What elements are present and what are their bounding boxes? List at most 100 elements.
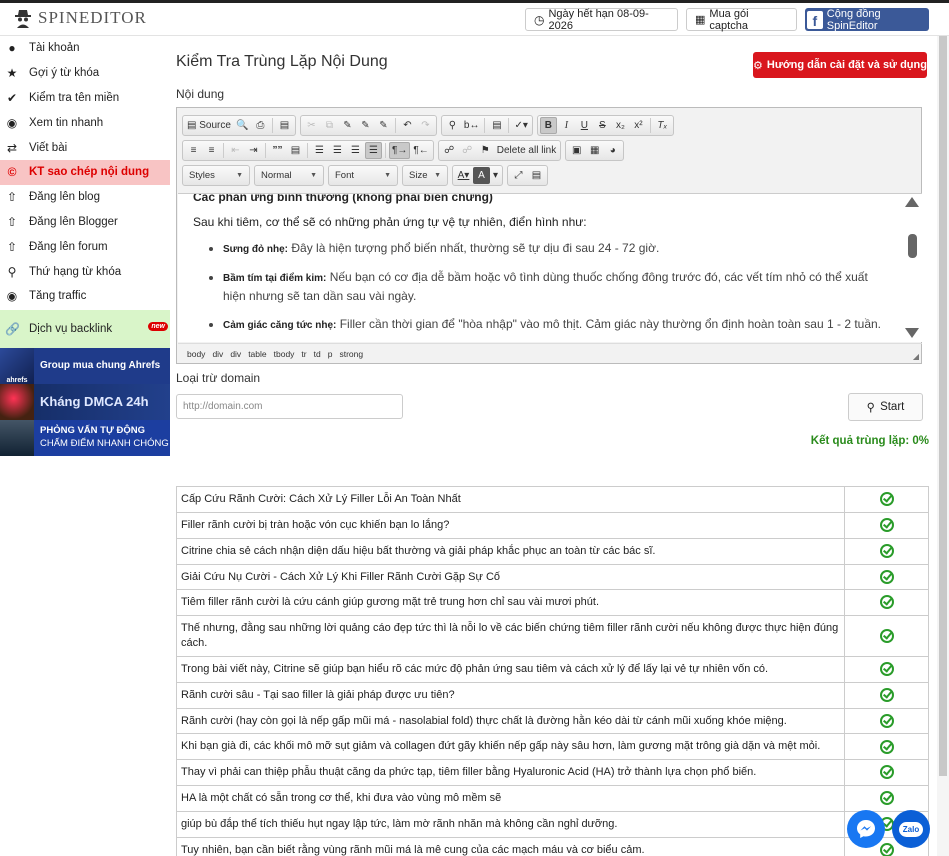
sidebar-item-keyword-suggest[interactable]: ★ Gợi ý từ khóa — [0, 61, 170, 86]
find-icon[interactable]: ⚲ — [444, 117, 461, 134]
sidebar-item-domain-check[interactable]: ✔ Kiểm tra tên miền — [0, 86, 170, 111]
sidebar-item-post-blogger[interactable]: ⇧ Đăng lên Blogger — [0, 210, 170, 235]
redo-icon[interactable]: ↷ — [417, 117, 434, 134]
scroll-up-icon[interactable] — [905, 197, 919, 207]
templates-icon[interactable]: ▤ — [276, 117, 293, 134]
start-button[interactable]: ⚲ Start — [848, 393, 923, 421]
italic-button[interactable]: I — [558, 117, 575, 134]
styles-combo[interactable]: Styles ▼ — [182, 165, 250, 186]
buy-captcha-button[interactable]: ▦ Mua gói captcha — [686, 8, 797, 32]
sidebar-item-quick-news[interactable]: ◉ Xem tin nhanh — [0, 110, 170, 135]
table-icon[interactable]: ▦ — [586, 142, 603, 159]
expiry-date-button[interactable]: ◷ Ngày hết hạn 08-09-2026 — [525, 8, 678, 32]
superscript-button[interactable]: x² — [630, 117, 647, 134]
sidebar-item-write-post[interactable]: ⇄ Viết bài — [0, 135, 170, 160]
sentence-cell: Giải Cứu Nụ Cười - Cách Xử Lý Khi Filler… — [176, 563, 845, 591]
subscript-button[interactable]: x₂ — [612, 117, 629, 134]
format-combo[interactable]: Normal ▼ — [254, 165, 324, 186]
path-item[interactable]: p — [328, 349, 333, 359]
editor-paragraph: Sau khi tiêm, cơ thể sẽ có những phản ứn… — [193, 215, 587, 230]
zalo-chat-button[interactable]: Zalo — [892, 810, 930, 848]
sentence-cell: Tuy nhiên, bạn cần biết rằng vùng rãnh m… — [176, 836, 845, 856]
bulleted-list-icon[interactable]: ≡ — [203, 142, 220, 159]
exclude-domain-input[interactable]: http://domain.com — [176, 394, 403, 419]
maximize-icon[interactable]: ⤢ — [510, 167, 527, 184]
underline-button[interactable]: U — [576, 117, 593, 134]
sidebar-item-post-blog[interactable]: ⇧ Đăng lên blog — [0, 185, 170, 210]
preview-icon[interactable]: 🔍 — [234, 117, 251, 134]
spellcheck-icon[interactable]: ✓▾ — [512, 117, 529, 134]
path-item[interactable]: table — [248, 349, 266, 359]
undo-icon[interactable]: ↶ — [399, 117, 416, 134]
copyright-icon: © — [7, 165, 17, 180]
strike-button[interactable]: S — [594, 117, 611, 134]
sidebar-item-traffic[interactable]: ◉ Tăng traffic — [0, 284, 170, 309]
align-center-icon[interactable]: ☰ — [329, 142, 346, 159]
sidebar-item-post-forum[interactable]: ⇧ Đăng lên forum — [0, 234, 170, 259]
globe-icon[interactable]: ◕ — [604, 142, 621, 159]
rich-text-editor: ▤ Source 🔍 ⎙ ▤ ✂ ⧉ ✎ ✎ ✎ ↶ ↷ ⚲ b↔ ▤ ✓▾ B… — [176, 107, 922, 364]
messenger-chat-button[interactable] — [847, 810, 885, 848]
text-color-icon[interactable]: A▾ — [455, 167, 472, 184]
facebook-community-label: Cộng đồng SpinEditor — [826, 7, 881, 32]
background-color-icon[interactable]: A — [473, 167, 490, 184]
sidebar-item-keyword-rank[interactable]: ⚲ Thứ hạng từ khóa — [0, 259, 170, 284]
print-icon[interactable]: ⎙ — [252, 117, 269, 134]
resize-grip-icon[interactable]: ◢ — [913, 352, 919, 361]
sidebar-item-copy-check[interactable]: © KT sao chép nội dung — [0, 159, 170, 185]
remove-format-icon[interactable]: Tₓ — [654, 117, 671, 134]
size-combo[interactable]: Size ▼ — [402, 165, 448, 186]
scroll-thumb[interactable] — [908, 234, 917, 258]
editor-scrollbar[interactable] — [905, 194, 919, 341]
blockquote-icon[interactable]: ”” — [269, 142, 286, 159]
sidebar-item-label: Đăng lên Blogger — [29, 215, 118, 228]
path-item[interactable]: div — [230, 349, 241, 359]
path-item[interactable]: strong — [339, 349, 363, 359]
unlink-icon[interactable]: ☍ — [459, 142, 476, 159]
ltr-icon[interactable]: ¶→ — [389, 142, 411, 159]
font-combo[interactable]: Font ▼ — [328, 165, 398, 186]
page-scrollbar[interactable] — [937, 36, 949, 856]
align-right-icon[interactable]: ☰ — [347, 142, 364, 159]
align-left-icon[interactable]: ☰ — [311, 142, 328, 159]
banner-dmca[interactable]: Kháng DMCA 24h — [0, 383, 170, 420]
numbered-list-icon[interactable]: ≡ — [185, 142, 202, 159]
image-icon[interactable]: ▣ — [568, 142, 585, 159]
rtl-icon[interactable]: ¶← — [411, 142, 430, 159]
chevron-down-icon[interactable]: ▾ — [491, 167, 500, 184]
path-item[interactable]: div — [212, 349, 223, 359]
banner-interview[interactable]: PHỎNG VẤN TỰ ĐỘNG CHẤM ĐIỂM NHANH CHÓNG — [0, 419, 170, 456]
path-item[interactable]: body — [187, 349, 205, 359]
bold-button[interactable]: B — [539, 117, 557, 134]
install-guide-button[interactable]: ⚙ Hướng dẫn cài đặt và sử dụng — [753, 52, 927, 78]
indent-icon[interactable]: ⇥ — [245, 142, 262, 159]
paste-word-icon[interactable]: ✎ — [375, 117, 392, 134]
editor-content-area[interactable]: Các phản ứng bình thường (không phải biế… — [178, 193, 922, 342]
sidebar-item-account[interactable]: ● Tài khoản — [0, 36, 170, 61]
page-scroll-thumb[interactable] — [939, 36, 947, 776]
path-item[interactable]: tbody — [274, 349, 295, 359]
path-item[interactable]: td — [314, 349, 321, 359]
scroll-down-icon[interactable] — [905, 328, 919, 338]
copy-icon[interactable]: ⧉ — [321, 117, 338, 134]
show-blocks-icon[interactable]: ▤ — [528, 167, 545, 184]
replace-icon[interactable]: b↔ — [462, 117, 482, 134]
cut-icon[interactable]: ✂ — [303, 117, 320, 134]
sidebar-item-backlink[interactable]: 🔗 Dịch vụ backlink new — [0, 309, 170, 348]
align-justify-icon[interactable]: ☰ — [365, 142, 382, 159]
table-row: Thế nhưng, đằng sau những lời quảng cáo … — [176, 615, 929, 657]
banner-text-line2: CHẤM ĐIỂM NHANH CHÓNG — [40, 437, 169, 449]
anchor-icon[interactable]: ⚑ — [477, 142, 494, 159]
facebook-community-button[interactable]: f Cộng đồng SpinEditor — [805, 7, 929, 32]
logo[interactable]: SPINEDITOR — [14, 8, 147, 28]
div-container-icon[interactable]: ▤ — [287, 142, 304, 159]
link-icon[interactable]: ☍ — [441, 142, 458, 159]
delete-all-links-button[interactable]: Delete all link — [495, 142, 558, 159]
paste-text-icon[interactable]: ✎ — [357, 117, 374, 134]
paste-icon[interactable]: ✎ — [339, 117, 356, 134]
path-item[interactable]: tr — [301, 349, 306, 359]
outdent-icon[interactable]: ⇤ — [227, 142, 244, 159]
select-all-icon[interactable]: ▤ — [488, 117, 505, 134]
source-button[interactable]: ▤ Source — [185, 117, 233, 134]
banner-ahrefs[interactable]: ahrefs Group mua chung Ahrefs — [0, 347, 170, 384]
